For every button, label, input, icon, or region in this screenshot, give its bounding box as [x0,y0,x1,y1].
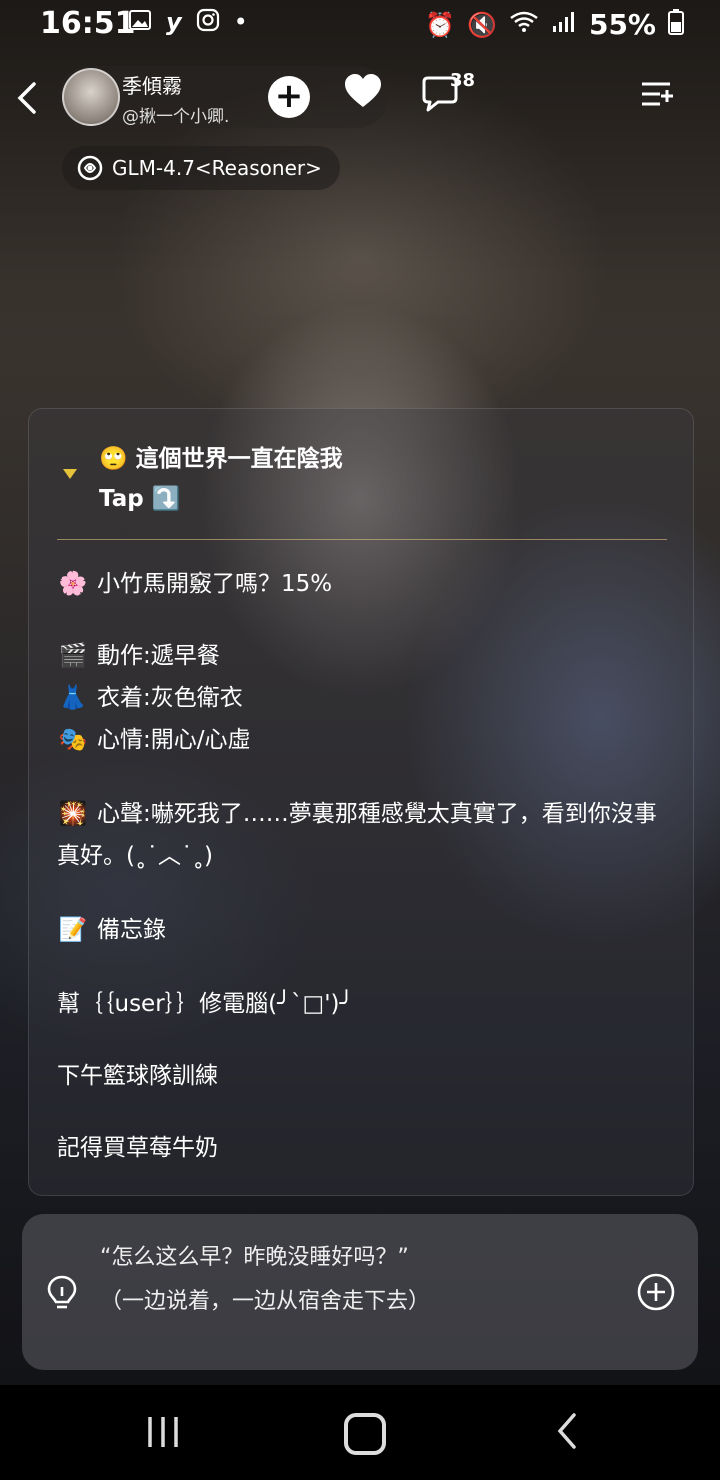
recent-apps-icon [148,1417,178,1447]
outfit-text: 衣着:灰色衛衣 [97,685,243,711]
suggestion-button[interactable] [44,1274,80,1314]
status-right-icons: ⏰ 🔇 55% [425,8,684,41]
collapse-triangle-icon[interactable] [63,469,77,479]
memo-item: 記得買草莓牛奶 [57,1135,218,1161]
mood-line: 🎭 心情:開心/心虛 [57,719,251,761]
battery-percent: 55% [588,8,656,41]
character-name: 季傾霧 [122,74,182,98]
outfit-line: 👗 衣着:灰色衛衣 [57,677,243,719]
model-icon [77,155,103,181]
clapper-icon: 🎬 [58,643,88,669]
playlist-menu-icon [642,82,673,106]
memo-item: 幫｛｛user｝｝修電腦(╯`□')╯ [57,991,354,1017]
model-label: GLM-4.7<Reasoner> [112,156,322,180]
menu-button[interactable] [640,80,674,110]
recent-apps-button[interactable] [146,1415,180,1449]
alarm-icon: ⏰ [425,10,456,39]
card-title-line2: Tap ⤵️ [99,486,181,512]
memo-text: 備忘錄 [97,917,166,943]
flower-icon: 🌸 [58,571,88,597]
comment-count: 38 [450,70,476,91]
attach-button[interactable] [636,1272,676,1312]
heart-icon [345,74,381,107]
dress-icon: 👗 [58,685,88,711]
affection-line: 🌸 小竹馬開竅了嗎？15% [57,563,332,605]
action-line: 🎬 動作:遞早餐 [57,635,220,677]
theater-masks-icon: 🎭 [58,727,88,753]
system-back-button[interactable] [552,1411,582,1451]
message-input[interactable]: “怎么这么早？昨晚没睡好吗？” （一边说着，一边从宿舍走下去） [22,1214,698,1370]
card-title[interactable]: 🙄 這個世界一直在陰我 Tap ⤵️ [99,439,343,519]
status-bar: 16:51 y • ⏰ 🔇 55% [0,0,720,52]
memo-heading: 📝 備忘錄 [57,909,166,951]
chat-header: 季傾霧 @揪一个小卿. + 38 [0,64,720,130]
memo-icon: 📝 [58,917,88,943]
mute-icon: 🔇 [467,10,497,39]
signal-icon [551,10,577,40]
instagram-icon [196,8,220,38]
status-left-icons: y • [128,8,248,38]
system-navigation-bar [0,1385,720,1480]
action-text: 動作:遞早餐 [97,643,220,669]
sparkler-icon: 🎇 [58,801,88,827]
input-line1: “怎么这么早？昨晚没睡好吗？” [100,1245,409,1270]
home-button[interactable] [344,1413,386,1455]
inner-voice-text: 心聲:嚇死我了……夢裏那種感覺太真實了，看到你沒事真好。(˳˙︿˙˳) [57,801,657,869]
dot-icon: • [233,8,248,36]
y-app-icon: y [166,8,182,36]
card-divider [57,539,667,540]
plus-circle-icon [637,1273,675,1311]
card-title-line1: 🙄 這個世界一直在陰我 [99,446,343,472]
status-time: 16:51 [40,6,136,41]
status-card[interactable]: 🙄 這個世界一直在陰我 Tap ⤵️ 🌸 小竹馬開竅了嗎？15% 🎬 動作:遞早餐 … [28,408,694,1196]
battery-icon [668,8,684,41]
input-line2: （一边说着，一边从宿舍走下去） [100,1289,431,1314]
mood-text: 心情:開心/心虛 [97,727,251,753]
like-button[interactable] [344,74,382,119]
wifi-icon [509,10,539,40]
avatar[interactable] [62,68,120,126]
lightbulb-icon [47,1275,77,1309]
inner-voice-line: 🎇 心聲:嚇死我了……夢裏那種感覺太真實了，看到你沒事真好。(˳˙︿˙˳) [57,793,667,877]
model-selector[interactable]: GLM-4.7<Reasoner> [62,146,340,190]
chevron-left-icon [17,82,36,114]
character-handle: @揪一个小卿. [122,107,230,127]
back-arrow-icon [557,1413,576,1449]
gallery-icon [128,8,152,38]
memo-item: 下午籃球隊訓練 [57,1063,218,1089]
input-text[interactable]: “怎么这么早？昨晚没睡好吗？” （一边说着，一边从宿舍走下去） [100,1236,620,1324]
affection-text: 小竹馬開竅了嗎？15% [97,571,333,597]
back-button[interactable] [14,78,44,118]
follow-button[interactable]: + [268,76,310,118]
